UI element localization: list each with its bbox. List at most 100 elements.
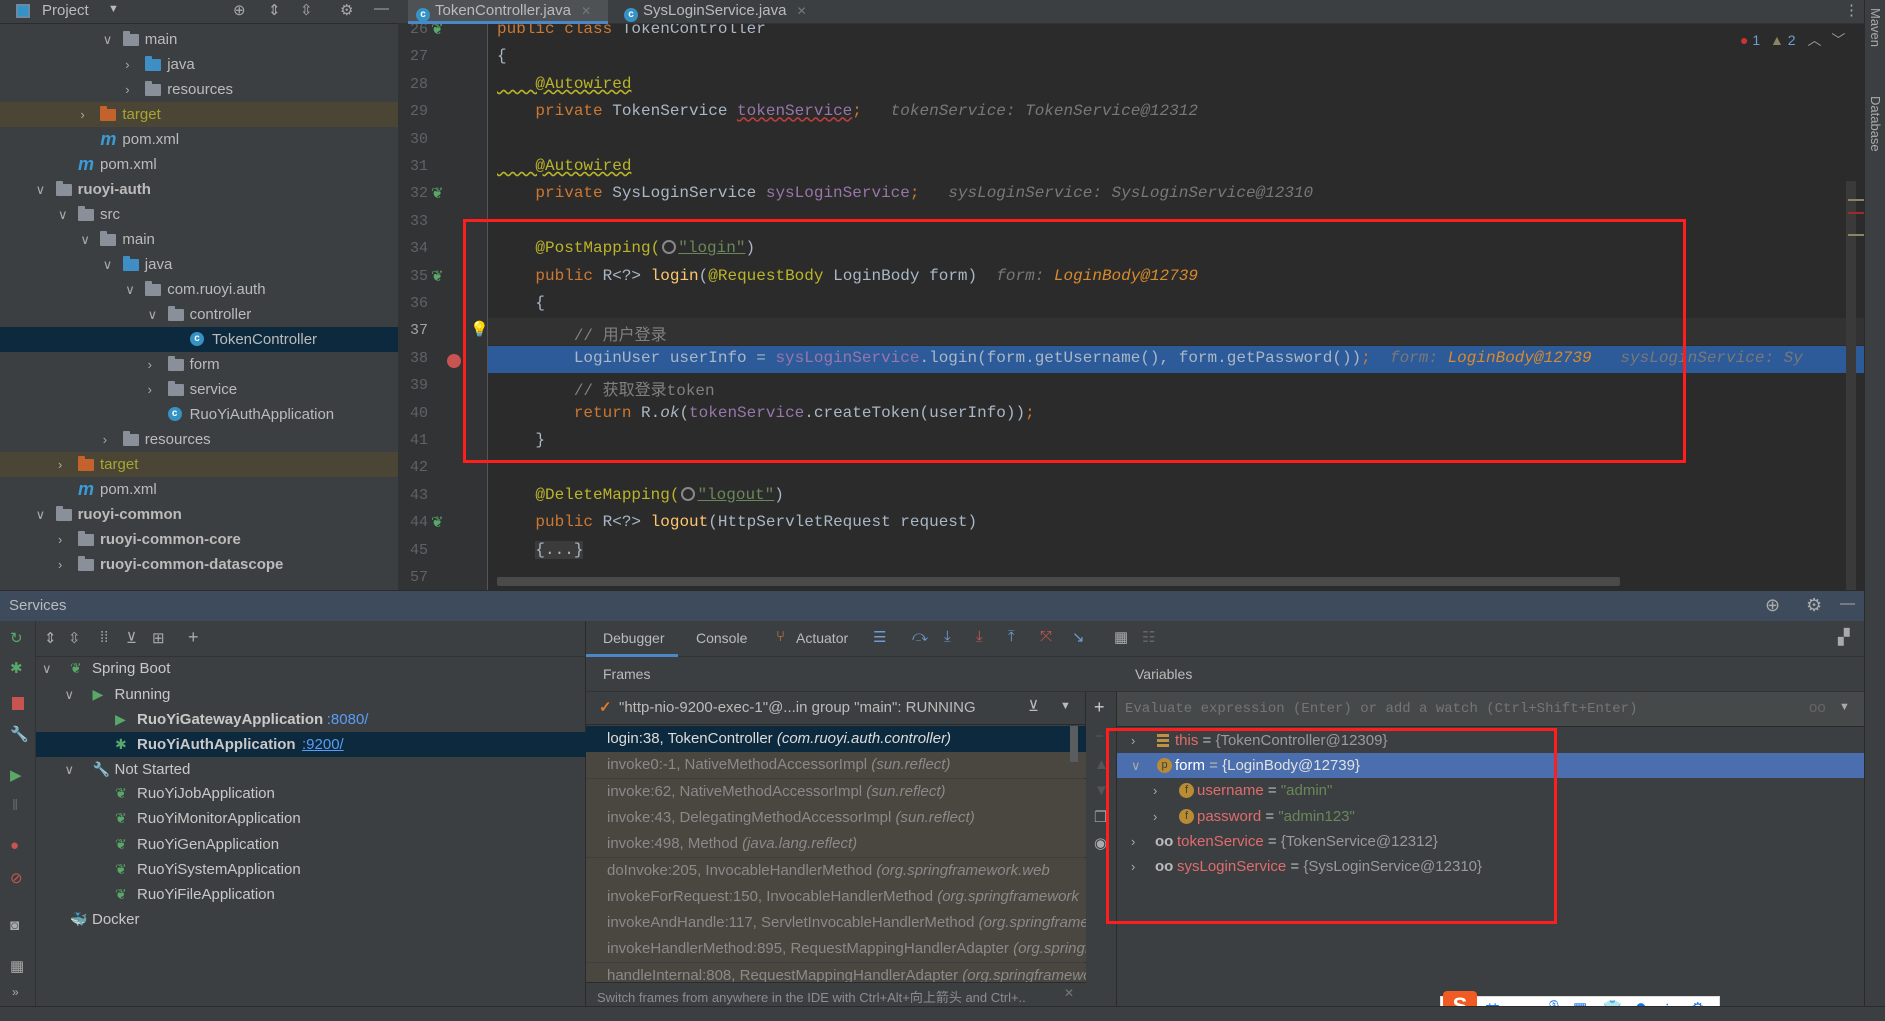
tree-item-java[interactable]: ∨ java [0, 252, 398, 277]
chevron-right-icon[interactable]: › [1153, 804, 1157, 829]
line-number[interactable]: 32 [398, 185, 428, 202]
tree-item-tokencontroller[interactable]: c TokenController [0, 327, 398, 352]
pause-icon[interactable]: ‖ [12, 797, 18, 814]
chevron-right-icon[interactable]: › [148, 352, 152, 377]
variable-row[interactable]: › oo tokenService = {TokenService@12312} [1117, 829, 1864, 854]
tree-item-ruoyi-auth[interactable]: ∨ ruoyi-auth [0, 177, 398, 202]
stack-frame[interactable]: invokeForRequest:150, InvocableHandlerMe… [586, 883, 1086, 910]
horizontal-scrollbar[interactable] [497, 577, 1620, 586]
resume-icon[interactable]: ▶ [10, 766, 22, 784]
code-line[interactable]: // 用户登录 [497, 321, 667, 345]
tree-item-main[interactable]: ∨ main [0, 27, 398, 52]
chevron-down-icon[interactable]: ∨ [36, 177, 46, 202]
chevron-down-icon[interactable]: ▼ [108, 3, 119, 15]
more-icon[interactable]: » [12, 985, 19, 999]
locate-icon[interactable]: ⊕ [1765, 595, 1780, 616]
chevron-right-icon[interactable]: › [1131, 728, 1135, 753]
line-number[interactable]: 30 [398, 131, 428, 148]
close-icon[interactable]: ✕ [581, 4, 591, 18]
expand-all-icon[interactable]: ⇕ [44, 629, 57, 647]
endpoint-icon[interactable]: ❦ [431, 267, 444, 285]
code-line[interactable]: LoginUser userInfo = sysLoginService.log… [497, 349, 1803, 367]
tree-item-ruoyi-common[interactable]: ∨ ruoyi-common [0, 502, 398, 527]
line-number[interactable]: 28 [398, 76, 428, 93]
service-item[interactable]: ❦ RuoYiJobApplication [36, 781, 586, 806]
tab-token-controller[interactable]: c TokenController.java ✕ [408, 0, 608, 24]
warning-marker[interactable] [1848, 234, 1864, 236]
implemented-icon[interactable]: ❦ [431, 24, 444, 38]
variable-row[interactable]: › f password = "admin123" [1117, 804, 1864, 829]
step-out-icon[interactable]: ⤒ [1008, 628, 1015, 645]
step-over-icon[interactable]: ⤼ [912, 628, 928, 645]
code-line[interactable]: return R.ok(tokenService.createToken(use… [497, 404, 1035, 422]
line-number[interactable]: 39 [398, 377, 428, 394]
layout-settings-icon[interactable]: ▞ [1838, 628, 1850, 646]
line-number[interactable]: 33 [398, 213, 428, 230]
stack-frame[interactable]: login:38, TokenController (com.ruoyi.aut… [586, 726, 1086, 752]
stack-frame[interactable]: invokeHandlerMethod:895, RequestMappingH… [586, 936, 1086, 963]
tree-item-com-ruoyi-auth[interactable]: ∨ com.ruoyi.auth [0, 277, 398, 302]
move-down-icon[interactable]: ▼ [1094, 782, 1109, 799]
chevron-down-icon[interactable]: ▼ [1060, 700, 1071, 712]
stack-frame[interactable]: invoke:62, NativeMethodAccessorImpl (sun… [586, 778, 1086, 805]
breakpoint-icon[interactable] [447, 353, 461, 368]
minimize-icon[interactable]: — [374, 0, 389, 17]
tree-item-src[interactable]: ∨ src [0, 202, 398, 227]
filter-icon[interactable]: ⊻ [126, 629, 137, 647]
chevron-right-icon[interactable]: › [58, 527, 62, 552]
close-icon[interactable]: ✕ [1064, 986, 1074, 1000]
variable-row[interactable]: › this = {TokenController@12309} [1117, 728, 1864, 753]
warning-marker[interactable] [1848, 199, 1864, 201]
service-item[interactable]: ❦ RuoYiSystemApplication [36, 857, 586, 882]
code-line[interactable]: @PostMapping("login") [497, 239, 755, 257]
chevron-down-icon[interactable]: ∨ [65, 682, 75, 707]
chevron-right-icon[interactable]: › [58, 452, 62, 477]
service-port-link[interactable]: :9200/ [302, 732, 344, 757]
bean-icon[interactable]: ❦ [431, 184, 444, 202]
code-line[interactable]: {...} [497, 540, 584, 559]
camera-icon[interactable]: ◙ [10, 917, 19, 934]
tree-item-service[interactable]: › service [0, 377, 398, 402]
tab-actuator[interactable]: Actuator [796, 630, 848, 646]
frames-scrollbar[interactable] [1070, 726, 1078, 762]
tree-item-main[interactable]: ∨ main [0, 227, 398, 252]
vertical-scrollbar[interactable] [1846, 181, 1856, 590]
view-options-icon[interactable]: ◉ [1094, 834, 1107, 852]
tree-item-ruoyiauthapplication[interactable]: c RuoYiAuthApplication [0, 402, 398, 427]
line-number[interactable]: 35 [398, 268, 428, 285]
chevron-down-icon[interactable]: ∨ [1131, 753, 1141, 778]
service-item[interactable]: ▶ RuoYiGatewayApplication:8080/ [36, 707, 586, 732]
chevron-down-icon[interactable]: ∨ [103, 252, 113, 277]
service-port-link[interactable]: :8080/ [327, 707, 369, 732]
evaluate-expression-icon[interactable]: ▦ [1114, 628, 1128, 646]
copy-icon[interactable]: ❐ [1094, 808, 1107, 826]
chevron-right-icon[interactable]: › [148, 377, 152, 402]
problems-indicator[interactable]: ● 1 ▲ 2 ︿ ﹀ [1740, 30, 1845, 50]
service-item[interactable]: ✱ RuoYiAuthApplication:9200/ [36, 732, 586, 757]
tab-debugger[interactable]: Debugger [586, 621, 678, 657]
chevron-down-icon[interactable]: ∨ [42, 656, 52, 681]
code-line[interactable]: { [497, 47, 507, 65]
add-watch-icon[interactable]: + [1094, 697, 1105, 718]
chevron-right-icon[interactable]: › [125, 77, 129, 102]
minimize-icon[interactable]: — [1840, 595, 1855, 612]
chevron-down-icon[interactable]: ∨ [58, 202, 68, 227]
code-line[interactable]: @Autowired [497, 157, 631, 175]
code-line[interactable]: private TokenService tokenService; token… [497, 102, 1198, 120]
code-line[interactable]: { [497, 294, 545, 312]
stack-frame[interactable]: invoke:498, Method (java.lang.reflect) [586, 831, 1086, 858]
step-into-icon[interactable]: ⤓ [944, 628, 951, 645]
chevron-right-icon[interactable]: › [1131, 854, 1135, 879]
chevron-down-icon[interactable]: ∨ [125, 277, 135, 302]
code-line[interactable]: } [497, 431, 545, 449]
collapse-all-icon[interactable]: ⇳ [68, 629, 81, 647]
line-number[interactable]: 42 [398, 459, 428, 476]
maven-tool-button[interactable]: Maven [1868, 8, 1883, 47]
service-item[interactable]: 🐳 Docker [36, 907, 586, 932]
line-number[interactable]: 27 [398, 48, 428, 65]
line-number[interactable]: 45 [398, 542, 428, 559]
line-number[interactable]: 57 [398, 569, 428, 586]
thread-selector[interactable]: ✓ "http-nio-9200-exec-1"@...in group "ma… [586, 692, 1086, 725]
line-number[interactable]: 43 [398, 487, 428, 504]
tab-console[interactable]: Console [696, 630, 747, 646]
